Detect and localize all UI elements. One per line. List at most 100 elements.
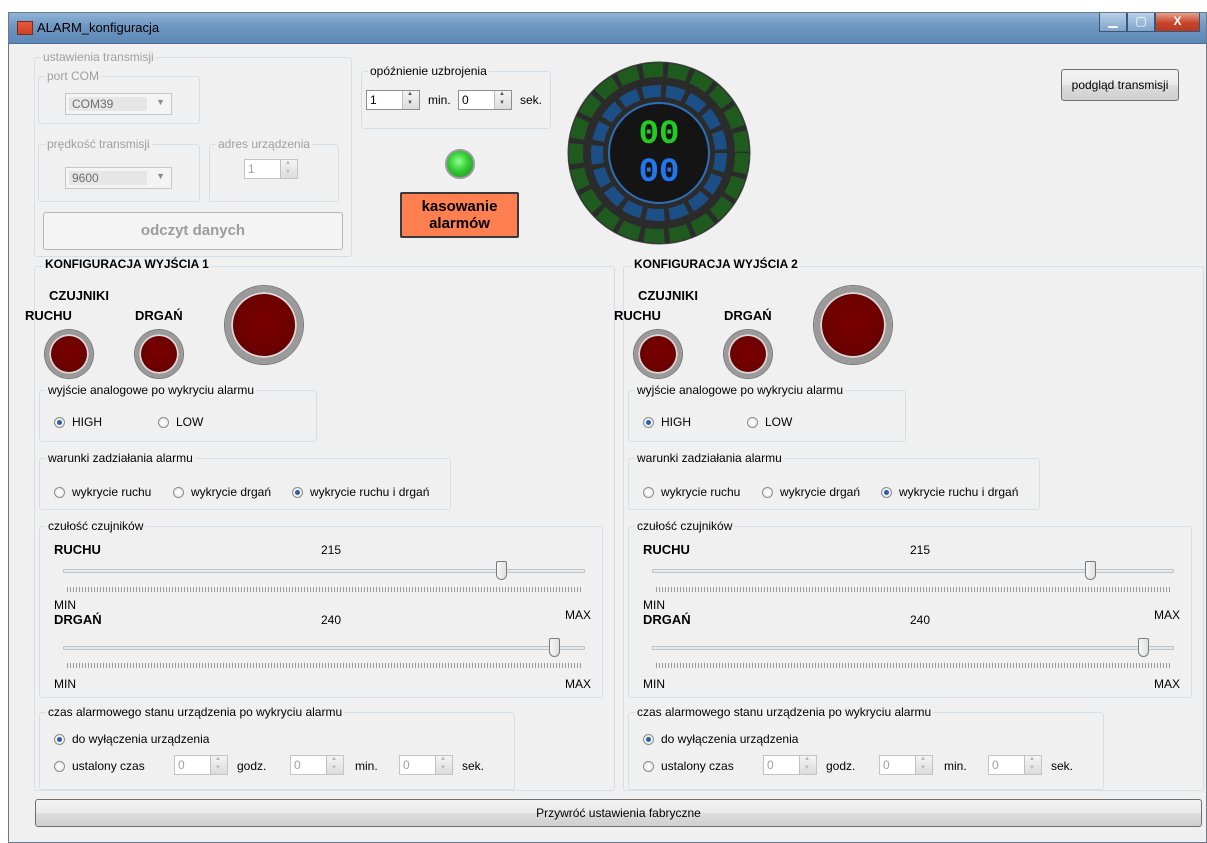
read-data-button[interactable]: odczyt danych: [43, 212, 343, 250]
arming-seconds-value: 0: [462, 93, 469, 107]
duration-minutes-value: 0: [294, 758, 301, 772]
analog-high-radio[interactable]: HIGH: [643, 415, 691, 429]
duration-minutes-spinner[interactable]: 0: [290, 755, 344, 775]
reset-alarms-button[interactable]: kasowanie alarmów: [400, 192, 519, 238]
window-title: ALARM_konfiguracja: [37, 20, 160, 35]
motion-slider-ticks: [656, 587, 1170, 592]
radio-dot[interactable]: [643, 733, 654, 745]
duration-minutes-spinner[interactable]: 0: [879, 755, 933, 775]
port-com-value: COM39: [69, 97, 147, 111]
duration-until-off-radio[interactable]: do wyłączenia urządzenia: [643, 732, 798, 746]
close-button[interactable]: X: [1155, 13, 1200, 32]
duration-seconds-value: 0: [992, 758, 999, 772]
radio-dot[interactable]: [54, 486, 65, 498]
spinner-arrows-icon[interactable]: [326, 756, 343, 774]
radio-dot[interactable]: [881, 486, 892, 498]
motion-sensor-label: RUCHU: [25, 308, 72, 323]
output-1-alarm-led: [225, 286, 303, 364]
spinner-arrows-icon[interactable]: [494, 91, 511, 109]
analog-low-label: LOW: [765, 415, 793, 429]
sensitivity-label: czułość czujników: [46, 519, 146, 533]
address-group: adres urządzenia 1: [209, 137, 339, 202]
vibration-sensor-label: DRGAŃ: [724, 308, 772, 323]
condition-motion-radio[interactable]: wykrycie ruchu: [54, 485, 151, 499]
condition-motion-radio[interactable]: wykrycie ruchu: [643, 485, 740, 499]
arming-min-unit: min.: [428, 93, 451, 107]
radio-dot[interactable]: [643, 760, 654, 772]
duration-fixed-radio[interactable]: ustalony czas: [643, 759, 734, 773]
duration-minutes-unit: min.: [355, 759, 378, 773]
vibration-slider-ticks: [67, 663, 581, 668]
condition-vibration-radio[interactable]: wykrycie drgań: [762, 485, 860, 499]
arming-minutes-value: 1: [370, 93, 377, 107]
duration-seconds-spinner[interactable]: 0: [399, 755, 453, 775]
radio-dot[interactable]: [54, 416, 65, 428]
analog-low-radio[interactable]: LOW: [158, 415, 203, 429]
app-icon: [17, 21, 33, 35]
arming-sec-unit: sek.: [520, 93, 543, 107]
vibration-sensor-led: [724, 330, 772, 378]
arming-minutes-spinner[interactable]: 1: [366, 90, 420, 110]
sensitivity-label: czułość czujników: [635, 519, 735, 533]
duration-hours-value: 0: [178, 758, 185, 772]
port-com-select[interactable]: COM39 ▼: [65, 93, 172, 115]
arming-delay-label: opóźnienie uzbrojenia: [368, 64, 489, 78]
duration-hours-spinner[interactable]: 0: [763, 755, 817, 775]
condition-both-radio[interactable]: wykrycie ruchu i drgań: [881, 485, 1018, 499]
address-spinner[interactable]: 1: [244, 159, 298, 179]
preview-transmission-button[interactable]: podgląd transmisji: [1061, 69, 1179, 101]
duration-until-off-radio[interactable]: do wyłączenia urządzenia: [54, 732, 209, 746]
arming-seconds-spinner[interactable]: 0: [458, 90, 512, 110]
vibration-slider-track[interactable]: [652, 646, 1174, 650]
motion-slider-thumb[interactable]: [496, 561, 508, 580]
digital-display: 00 00: [567, 61, 751, 245]
analog-high-label: HIGH: [661, 415, 691, 429]
factory-reset-button[interactable]: Przywróć ustawienia fabryczne: [35, 799, 1202, 827]
alarm-conditions-group: warunki zadziałania alarmu: [628, 451, 1040, 510]
motion-min-label: MIN: [54, 598, 76, 612]
app-window: ALARM_konfiguracja ▁ ▢ X ustawienia tran…: [8, 12, 1207, 843]
radio-dot[interactable]: [643, 416, 654, 428]
analog-low-radio[interactable]: LOW: [747, 415, 792, 429]
radio-dot[interactable]: [762, 486, 773, 498]
radio-dot[interactable]: [54, 733, 65, 745]
vibration-slider-track[interactable]: [63, 646, 585, 650]
spinner-arrows-icon[interactable]: [799, 756, 816, 774]
main-content: ustawienia transmisji port COM COM39 ▼ p…: [9, 44, 1206, 842]
spinner-arrows-icon[interactable]: [210, 756, 227, 774]
vibration-slider-thumb[interactable]: [1137, 638, 1149, 657]
port-com-label: port COM: [45, 69, 102, 83]
spinner-arrows-icon[interactable]: [402, 91, 419, 109]
radio-dot[interactable]: [643, 486, 654, 498]
spinner-arrows-icon[interactable]: [915, 756, 932, 774]
radio-dot[interactable]: [158, 416, 169, 428]
duration-seconds-unit: sek.: [462, 759, 485, 773]
transmission-settings-label: ustawienia transmisji: [41, 50, 156, 64]
radio-dot[interactable]: [747, 416, 758, 428]
duration-hours-spinner[interactable]: 0: [174, 755, 228, 775]
maximize-button[interactable]: ▢: [1127, 13, 1155, 32]
condition-vibration-radio[interactable]: wykrycie drgań: [173, 485, 271, 499]
sensors-label: CZUJNIKI: [49, 288, 109, 303]
radio-dot[interactable]: [292, 486, 303, 498]
address-label: adres urządzenia: [216, 137, 313, 151]
analog-output-label: wyjście analogowe po wykryciu alarmu: [635, 383, 846, 397]
condition-vibration-label: wykrycie drgań: [780, 485, 861, 499]
duration-seconds-spinner[interactable]: 0: [988, 755, 1042, 775]
radio-dot[interactable]: [54, 760, 65, 772]
speed-select[interactable]: 9600 ▼: [65, 167, 172, 189]
vibration-sensor-led: [135, 330, 183, 378]
condition-both-radio[interactable]: wykrycie ruchu i drgań: [292, 485, 429, 499]
spinner-arrows-icon[interactable]: [1024, 756, 1041, 774]
speed-group: prędkość transmisji 9600 ▼: [38, 137, 200, 202]
spinner-arrows-icon[interactable]: [280, 160, 297, 178]
radio-dot[interactable]: [173, 486, 184, 498]
vibration-max-label: MAX: [1154, 677, 1181, 691]
spinner-arrows-icon[interactable]: [435, 756, 452, 774]
motion-slider-thumb[interactable]: [1085, 561, 1097, 580]
vibration-slider-thumb[interactable]: [548, 638, 560, 657]
minimize-button[interactable]: ▁: [1099, 13, 1127, 32]
duration-fixed-radio[interactable]: ustalony czas: [54, 759, 145, 773]
chevron-down-icon: ▼: [156, 171, 165, 181]
analog-high-radio[interactable]: HIGH: [54, 415, 102, 429]
